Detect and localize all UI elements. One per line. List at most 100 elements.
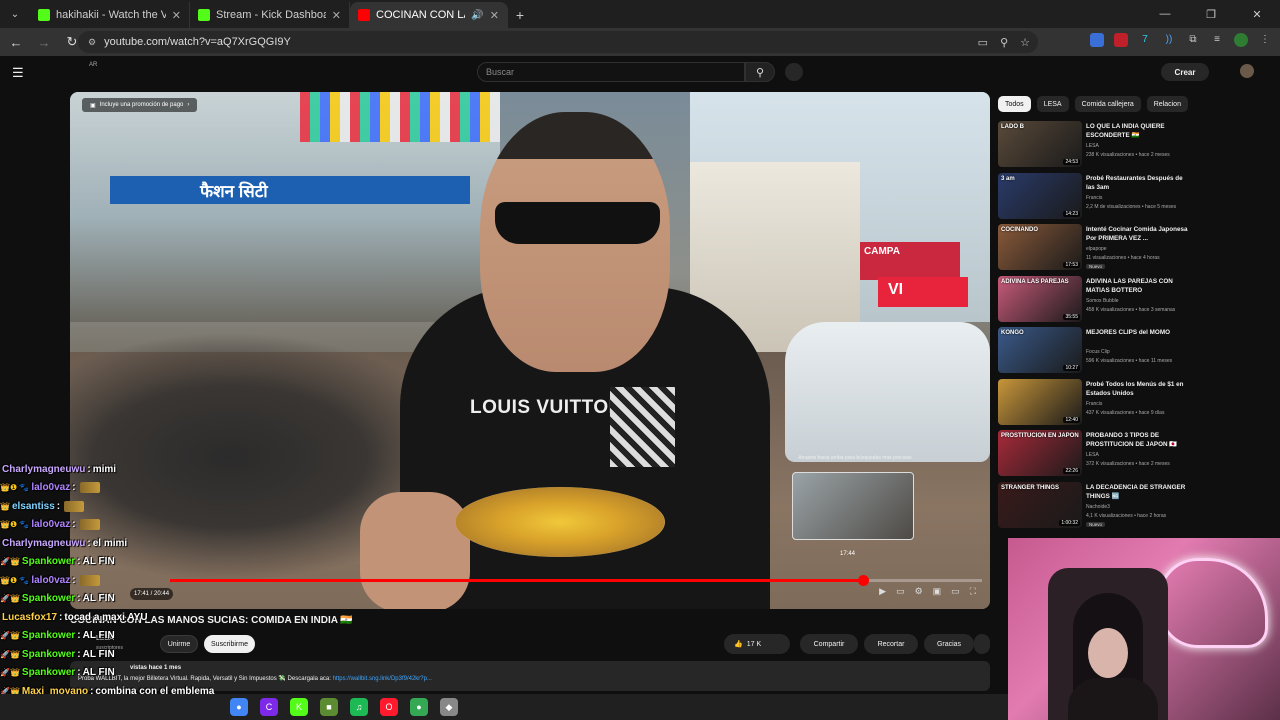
recommendation-item[interactable]: 12:40 Probé Todos los Menús de $1 en Esta… <box>998 378 1190 425</box>
recommendation-channel[interactable]: LESA <box>1086 143 1099 149</box>
chat-username[interactable]: Spankower <box>22 593 75 604</box>
progress-bar[interactable] <box>170 575 982 586</box>
chat-username[interactable]: Charlymagneuwu <box>2 464 85 475</box>
chat-username[interactable]: Spankower <box>22 649 75 660</box>
recommendation-channel[interactable]: elpapope <box>1086 246 1107 252</box>
recommendation-item[interactable]: COCINANDO 17:53 Intenté Cocinar Comida Jap… <box>998 224 1188 270</box>
video-thumbnail[interactable]: LADO B 24:53 <box>998 121 1082 167</box>
create-button[interactable]: Crear <box>1161 63 1209 81</box>
recommendation-channel[interactable]: Francis <box>1086 401 1102 407</box>
restore-icon[interactable]: ❐ <box>1188 0 1234 28</box>
puzzle-icon[interactable]: ⧉ <box>1186 33 1200 47</box>
chat-username[interactable]: lalo0vaz <box>31 519 70 530</box>
video-thumbnail[interactable]: PROSTITUCION EN JAPON 22:26 <box>998 430 1082 476</box>
chrome2-icon[interactable]: ● <box>410 698 428 716</box>
recommendation-channel[interactable]: Focus Clip <box>1086 349 1110 355</box>
more-actions-button[interactable] <box>974 634 990 654</box>
video-thumbnail[interactable]: ADIVINA LAS PAREJAS 35:55 <box>998 275 1082 322</box>
chat-username[interactable]: Spankower <box>22 630 75 641</box>
video-thumbnail[interactable]: 3 am 14:23 <box>998 172 1082 219</box>
video-thumbnail[interactable]: STRANGER THINGS 1:00:32 <box>998 481 1082 528</box>
recommendation-channel[interactable]: Somos Bubble <box>1086 298 1119 304</box>
recommendation-item[interactable]: KONGO 10:27 MEJORES CLIPS del MOMO Focus Cl… <box>998 327 1188 373</box>
chip-street-food[interactable]: Comida callejera <box>1074 96 1141 112</box>
clip-button[interactable]: Recortar <box>864 634 918 654</box>
avatar[interactable] <box>1240 64 1254 78</box>
close-window-icon[interactable]: ✕ <box>1234 0 1280 28</box>
menu-icon[interactable]: ☰ <box>12 65 24 81</box>
recommendation-item[interactable]: STRANGER THINGS 1:00:32 LA DECADENCIA DE S… <box>998 481 1190 528</box>
recommendation-title[interactable]: Intenté Cocinar Comida Japonesa Por PRIM… <box>1086 225 1190 243</box>
minimize-icon[interactable]: — <box>1142 0 1188 28</box>
recommendation-item[interactable]: ADIVINA LAS PAREJAS 35:55 ADIVINA LAS PARE… <box>998 275 1190 322</box>
profile-icon[interactable] <box>1234 33 1248 47</box>
app-icon[interactable]: ◆ <box>440 698 458 716</box>
recommendation-title[interactable]: ADIVINA LAS PAREJAS CON MATIAS BOTTERO <box>1086 277 1190 295</box>
subtitles-icon[interactable]: ▭ <box>896 586 905 597</box>
description-link[interactable]: https://wallbit.sng.link/Dp3f9/42kr?p... <box>333 676 432 682</box>
microphone-icon[interactable] <box>785 63 803 81</box>
video-thumbnail[interactable]: 12:40 <box>998 378 1082 425</box>
recommendation-title[interactable]: LO QUE LA INDIA QUIERE ESCONDERTE 🇮🇳 <box>1086 122 1190 140</box>
cast-icon[interactable]: ▭ <box>978 36 988 49</box>
chat-username[interactable]: Spankower <box>22 556 75 567</box>
recommendation-item[interactable]: LADO B 24:53 LO QUE LA INDIA QUIERE ESCOND… <box>998 121 1188 167</box>
site-info-icon[interactable]: ⚙ <box>88 37 96 48</box>
spotify-icon[interactable]: ♫ <box>350 698 368 716</box>
chrome-icon[interactable]: ● <box>230 698 248 716</box>
recommendation-title[interactable]: MEJORES CLIPS del MOMO <box>1086 328 1190 337</box>
recommendation-channel[interactable]: LESA <box>1086 452 1099 458</box>
media-icon[interactable]: ≡ <box>1210 33 1224 47</box>
search-icon[interactable]: ⚲ <box>745 62 775 82</box>
zoom-icon[interactable]: ⚲ <box>1000 36 1008 49</box>
search-input[interactable]: Buscar <box>477 62 745 82</box>
kick-icon[interactable]: K <box>290 698 308 716</box>
back-icon[interactable]: ← <box>6 32 26 52</box>
video-thumbnail[interactable]: COCINANDO 17:53 <box>998 224 1082 270</box>
close-tab-icon[interactable]: ✕ <box>490 9 499 22</box>
recommendation-channel[interactable]: Nachoide3 <box>1086 504 1110 510</box>
recommendation-title[interactable]: Probé Restaurantes Después de las 3am <box>1086 174 1190 192</box>
chat-username[interactable]: elsantiss <box>12 501 55 512</box>
minecraft-icon[interactable]: ■ <box>320 698 338 716</box>
close-tab-icon[interactable]: ✕ <box>332 9 341 22</box>
autoplay-icon[interactable]: ▶ <box>879 586 886 597</box>
recommendation-item[interactable]: PROSTITUCION EN JAPON 22:26 PROBANDO 3 TIP… <box>998 430 1188 476</box>
chat-username[interactable]: Charlymagneuwu <box>2 538 85 549</box>
recommendation-title[interactable]: Probé Todos los Menús de $1 en Estados U… <box>1086 380 1190 398</box>
tab-search-icon[interactable]: ⌄ <box>0 0 30 28</box>
new-tab-button[interactable]: + <box>508 2 532 28</box>
recommendation-title[interactable]: PROBANDO 3 TIPOS DE PROSTITUCION DE JAPO… <box>1086 431 1190 449</box>
close-tab-icon[interactable]: ✕ <box>172 9 181 22</box>
recommendation-title[interactable]: LA DECADENCIA DE STRANGER THINGS 🆖 <box>1086 483 1190 501</box>
extension-icon[interactable] <box>1114 33 1128 47</box>
opera-icon[interactable]: O <box>380 698 398 716</box>
browser-tab-2[interactable]: COCINAN CON LAS MANOS 🔊 ✕ <box>350 2 508 28</box>
canva-icon[interactable]: C <box>260 698 278 716</box>
extension-icon[interactable]: )) <box>1162 33 1176 47</box>
paid-promotion-label[interactable]: ▣ Incluye una promoción de pago › <box>82 98 198 112</box>
settings-icon[interactable]: ⚙ <box>915 586 923 597</box>
thanks-button[interactable]: Gracias <box>924 634 974 654</box>
chip-related[interactable]: Relacion <box>1146 96 1188 112</box>
theater-icon[interactable]: ▭ <box>951 586 960 597</box>
like-button[interactable]: 👍 17 K <box>724 634 790 654</box>
browser-tab-1[interactable]: Stream - Kick Dashboard ✕ <box>190 2 350 28</box>
bookmark-star-icon[interactable]: ☆ <box>1020 36 1030 49</box>
menu-dots-icon[interactable]: ⋮ <box>1258 33 1272 47</box>
speaker-icon[interactable]: 🔊 <box>471 10 483 21</box>
chip-lesa[interactable]: LESA <box>1036 96 1069 112</box>
progress-scrubber[interactable] <box>857 575 869 586</box>
chat-username[interactable]: Lucasfox17 <box>2 612 57 623</box>
chat-username[interactable]: lalo0vaz <box>31 575 70 586</box>
recommendation-channel[interactable]: Francis <box>1086 195 1102 201</box>
recommendation-item[interactable]: 3 am 14:23 Probé Restaurantes Después de l… <box>998 172 1190 219</box>
chip-all[interactable]: Todos <box>998 96 1031 112</box>
chat-username[interactable]: Spankower <box>22 667 75 678</box>
share-button[interactable]: Compartir <box>800 634 858 654</box>
url-field[interactable]: ⚙ youtube.com/watch?v=aQ7XrGQGI9Y ▭ ⚲ ☆ <box>78 31 1038 53</box>
browser-tab-0[interactable]: hakihakii - Watch the VOD on K ✕ <box>30 2 190 28</box>
extension-icon[interactable]: 7 <box>1138 33 1152 47</box>
chat-username[interactable]: lalo0vaz <box>31 482 70 493</box>
extension-icon[interactable] <box>1090 33 1104 47</box>
